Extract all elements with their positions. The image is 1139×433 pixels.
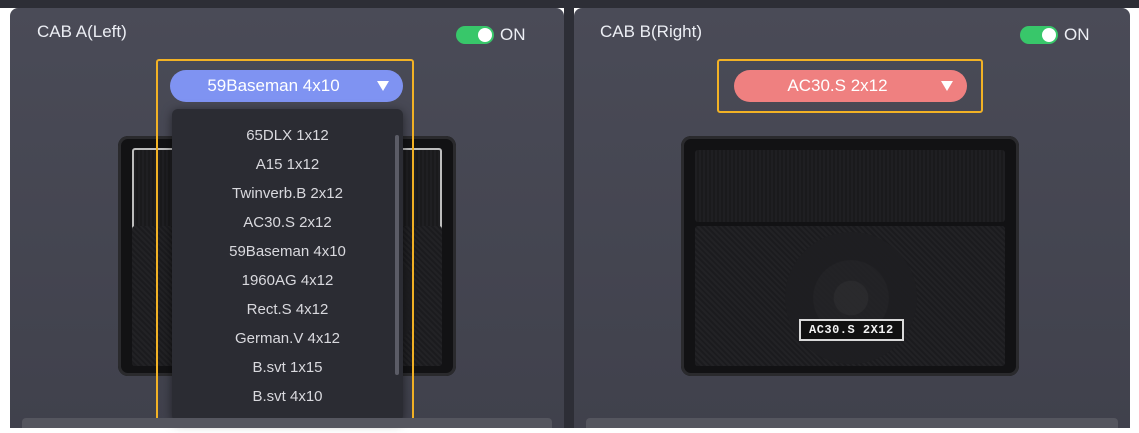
dropdown-option[interactable]: 59Baseman 4x10 [172, 237, 403, 266]
cab-a-toggle[interactable] [456, 26, 494, 44]
dropdown-option[interactable]: German.V 4x12 [172, 324, 403, 353]
cab-b-top-panel [695, 150, 1005, 222]
cab-a-panel: CAB A(Left) ON 59Baseman 4x10 65DLX 1x12… [10, 8, 564, 428]
cab-a-dropdown-list: 65DLX 1x12 A15 1x12 Twinverb.B 2x12 AC30.S … [172, 109, 403, 411]
cab-b-badge: AC30.S 2X12 [799, 319, 904, 341]
dropdown-option[interactable]: AC30.S 2x12 [172, 208, 403, 237]
panel-divider [564, 8, 574, 428]
cab-b-toggle-label: ON [1064, 25, 1090, 44]
cab-a-toggle-wrap[interactable]: ON [456, 25, 526, 45]
dropdown-option[interactable]: 1960AG 4x12 [172, 266, 403, 295]
dropdown-option[interactable]: Twinverb.B 2x12 [172, 179, 403, 208]
cab-a-title: CAB A(Left) [37, 22, 127, 41]
top-bar [0, 0, 1139, 8]
dropdown-option[interactable]: 65DLX 1x12 [172, 121, 403, 150]
cab-b-toggle[interactable] [1020, 26, 1058, 44]
cab-b-bottom-strip [586, 418, 1118, 428]
cab-b-image: AC30.S 2X12 [681, 136, 1019, 376]
dropdown-option[interactable]: B.svt 1x15 [172, 353, 403, 382]
toggle-knob [478, 28, 492, 42]
chevron-down-icon[interactable] [377, 81, 389, 91]
cab-b-speaker [785, 232, 917, 364]
cab-b-select-value: AC30.S 2x12 [787, 76, 888, 95]
dropdown-scrollbar[interactable] [395, 135, 399, 375]
dropdown-option[interactable]: A15 1x12 [172, 150, 403, 179]
cab-a-select[interactable]: 59Baseman 4x10 [170, 70, 403, 102]
cab-a-select-value: 59Baseman 4x10 [207, 76, 340, 95]
cab-b-title: CAB B(Right) [600, 22, 703, 41]
toggle-knob [1042, 28, 1056, 42]
cab-b-toggle-wrap[interactable]: ON [1020, 25, 1090, 45]
chevron-down-icon[interactable] [941, 81, 953, 91]
cab-b-panel: CAB B(Right) ON AC30.S 2x12 AC30.S 2X12 [574, 8, 1130, 428]
dropdown-option[interactable]: Rect.S 4x12 [172, 295, 403, 324]
cab-b-select[interactable]: AC30.S 2x12 [734, 70, 967, 102]
cab-a-bottom-strip [22, 418, 552, 428]
cab-a-dropdown[interactable]: 65DLX 1x12 A15 1x12 Twinverb.B 2x12 AC30.S … [172, 109, 403, 421]
dropdown-option[interactable]: B.svt 4x10 [172, 382, 403, 411]
cab-a-toggle-label: ON [500, 25, 526, 44]
